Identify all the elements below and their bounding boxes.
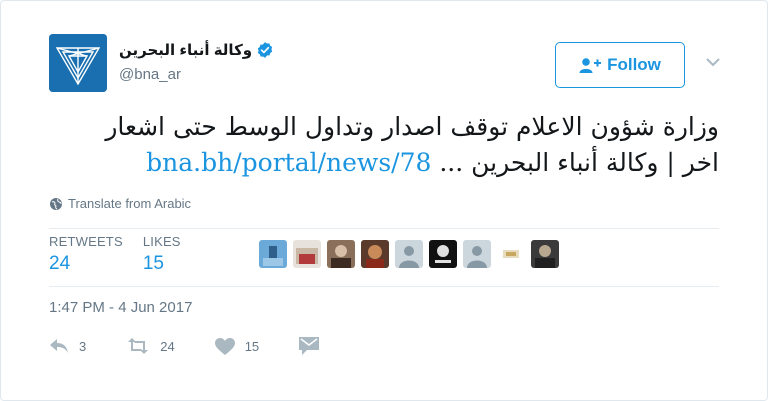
tweet-timestamp[interactable]: 1:47 PM - 4 Jun 2017	[49, 299, 192, 316]
direct-message-button[interactable]	[299, 337, 320, 355]
tweet-card: وكالة أنباء البحرين @bna_ar Follow وزارة…	[0, 0, 768, 401]
bna-logo-icon	[49, 34, 107, 92]
heart-icon	[214, 337, 235, 355]
liker-avatar[interactable]	[463, 240, 491, 268]
reply-count: 3	[79, 338, 87, 354]
retweet-button[interactable]: 24	[126, 338, 175, 354]
tweet-line-2: اخر | وكالة أنباء البحرين ... bna.bh/por…	[49, 145, 719, 181]
divider-bottom	[49, 286, 719, 287]
reply-icon	[50, 339, 68, 353]
tweet-link[interactable]: bna.bh/portal/news/78	[146, 148, 431, 177]
verified-badge-icon	[257, 42, 273, 58]
tweet-text: وزارة شؤون الاعلام توقف اصدار وتداول الو…	[49, 109, 719, 181]
person-add-icon	[579, 58, 602, 73]
liker-avatar[interactable]	[395, 240, 423, 268]
user-handle[interactable]: @bna_ar	[119, 66, 274, 83]
tweet-line-2-text: اخر | وكالة أنباء البحرين ...	[439, 148, 719, 177]
tweet-actions: 3 24 15	[49, 337, 359, 355]
likes-count: 15	[142, 253, 164, 274]
profile-avatar[interactable]	[49, 34, 107, 92]
translate-label: Translate from Arabic	[68, 196, 192, 211]
retweets-count: 24	[49, 253, 71, 274]
liker-avatar[interactable]	[293, 240, 321, 268]
tweet-stats: RETWEETS 24 LIKES 15	[49, 234, 201, 275]
likes-stat[interactable]: LIKES 15	[143, 234, 181, 275]
retweet-icon	[128, 338, 149, 354]
user-name-block: وكالة أنباء البحرين @bna_ar	[119, 38, 274, 83]
chevron-down-icon[interactable]	[705, 56, 721, 68]
divider-top	[49, 228, 719, 229]
liker-avatar[interactable]	[531, 240, 559, 268]
retweet-count: 24	[160, 338, 175, 354]
retweets-stat[interactable]: RETWEETS 24	[49, 234, 123, 275]
liker-avatar[interactable]	[497, 240, 525, 268]
globe-icon	[50, 197, 62, 210]
tweet-line-1: وزارة شؤون الاعلام توقف اصدار وتداول الو…	[105, 112, 719, 141]
likers-list	[259, 240, 565, 268]
like-count: 15	[244, 338, 260, 354]
translate-link[interactable]: Translate from Arabic	[49, 196, 191, 211]
retweets-label: RETWEETS	[49, 234, 123, 249]
liker-avatar[interactable]	[429, 240, 457, 268]
reply-button[interactable]: 3	[49, 338, 86, 354]
tweet-header: وكالة أنباء البحرين @bna_ar Follow	[49, 34, 729, 94]
display-name[interactable]: وكالة أنباء البحرين	[119, 41, 252, 59]
follow-button-label: Follow	[607, 55, 661, 74]
liker-avatar[interactable]	[327, 240, 355, 268]
likes-label: LIKES	[142, 234, 181, 249]
liker-avatar[interactable]	[361, 240, 389, 268]
follow-button[interactable]: Follow	[555, 42, 685, 88]
liker-avatar[interactable]	[259, 240, 287, 268]
like-button[interactable]: 15	[214, 337, 260, 355]
envelope-icon	[299, 337, 320, 355]
